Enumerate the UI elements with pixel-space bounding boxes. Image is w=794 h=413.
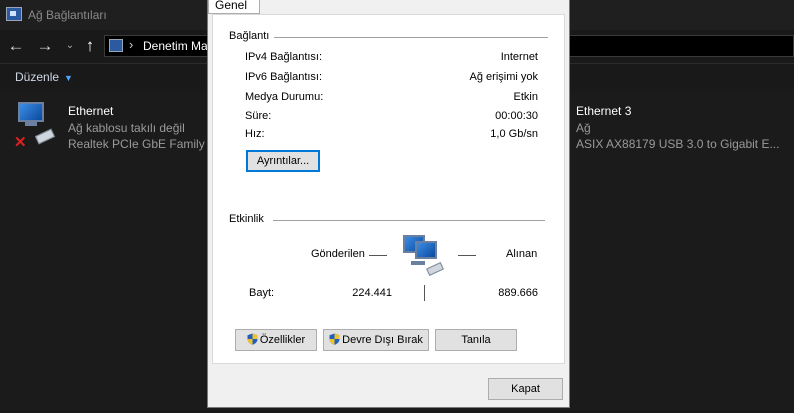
sent-label: Gönderilen xyxy=(311,248,365,260)
adapter-name: Ethernet xyxy=(68,104,114,118)
organize-label: Düzenle xyxy=(15,70,60,84)
media-state-value: Etkin xyxy=(513,91,538,103)
ethernet-status-dialog: Genel Bağlantı IPv4 Bağlantısı: Internet… xyxy=(207,0,570,408)
duration-value: 00:00:30 xyxy=(495,110,538,122)
window-title: Ağ Bağlantıları xyxy=(28,8,107,22)
speed-label: Hız: xyxy=(245,128,265,140)
received-label: Alınan xyxy=(506,248,538,260)
organize-menu-button[interactable]: Düzenle ▼ xyxy=(15,70,73,84)
disconnected-x-icon: ✕ xyxy=(14,134,27,151)
bytes-received-value: 889.666 xyxy=(498,287,538,299)
breadcrumb-control-panel[interactable]: Denetim Ma xyxy=(143,39,208,53)
adapter-status: Ağ kablosu takılı değil xyxy=(68,121,185,135)
ipv6-label: IPv6 Bağlantısı: xyxy=(245,71,323,83)
bytes-label: Bayt: xyxy=(249,287,275,299)
forward-arrow-icon[interactable]: → xyxy=(35,35,55,57)
control-panel-icon xyxy=(109,39,123,52)
adapter-device: ASIX AX88179 USB 3.0 to Gigabit E... xyxy=(576,137,780,151)
bytes-sent-value: 224.441 xyxy=(352,287,392,299)
adapter-item-ethernet-3[interactable]: Ethernet 3 Ağ ASIX AX88179 USB 3.0 to Gi… xyxy=(575,92,794,162)
uac-shield-icon xyxy=(329,333,340,345)
close-button[interactable]: Kapat xyxy=(488,378,563,400)
tab-general[interactable]: Genel xyxy=(208,0,260,14)
activity-group-divider xyxy=(273,220,545,221)
diagnose-button[interactable]: Tanıla xyxy=(435,329,517,351)
activity-group-label: Etkinlik xyxy=(229,213,269,225)
connection-group-divider xyxy=(268,37,548,38)
ipv4-label: IPv4 Bağlantısı: xyxy=(245,51,323,63)
adapter-item-ethernet[interactable]: ✕ Ethernet Ağ kablosu takılı değil Realt… xyxy=(0,92,223,162)
breadcrumb-separator-icon[interactable]: › xyxy=(129,37,133,52)
general-tab-panel: Bağlantı IPv4 Bağlantısı: Internet IPv6 … xyxy=(212,14,565,364)
back-arrow-icon[interactable]: ← xyxy=(6,35,26,57)
connection-group-label: Bağlantı xyxy=(229,30,275,42)
adapter-status: Ağ xyxy=(576,121,591,135)
disable-button-label: Devre Dışı Bırak xyxy=(342,334,423,346)
ipv4-value: Internet xyxy=(500,51,538,63)
network-activity-icon xyxy=(403,235,453,279)
uac-shield-icon xyxy=(247,333,258,345)
details-button[interactable]: Ayrıntılar... xyxy=(246,150,320,172)
up-arrow-icon[interactable]: ↑ xyxy=(80,35,100,57)
media-state-label: Medya Durumu: xyxy=(245,91,324,103)
duration-label: Süre: xyxy=(245,110,272,122)
adapter-device: Realtek PCIe GbE Family Co xyxy=(68,137,224,151)
properties-button-label: Özellikler xyxy=(259,334,306,346)
disable-button[interactable]: Devre Dışı Bırak xyxy=(323,329,429,351)
network-connections-icon xyxy=(6,7,22,21)
properties-button[interactable]: Özellikler xyxy=(235,329,317,351)
speed-value: 1,0 Gb/sn xyxy=(490,128,538,140)
recent-locations-chevron-icon[interactable]: ⌄ xyxy=(60,35,80,57)
adapter-name: Ethernet 3 xyxy=(576,104,632,118)
ipv6-value: Ağ erişimi yok xyxy=(469,71,538,83)
chevron-down-icon: ▼ xyxy=(64,73,73,83)
network-adapter-icon: ✕ xyxy=(12,102,62,150)
